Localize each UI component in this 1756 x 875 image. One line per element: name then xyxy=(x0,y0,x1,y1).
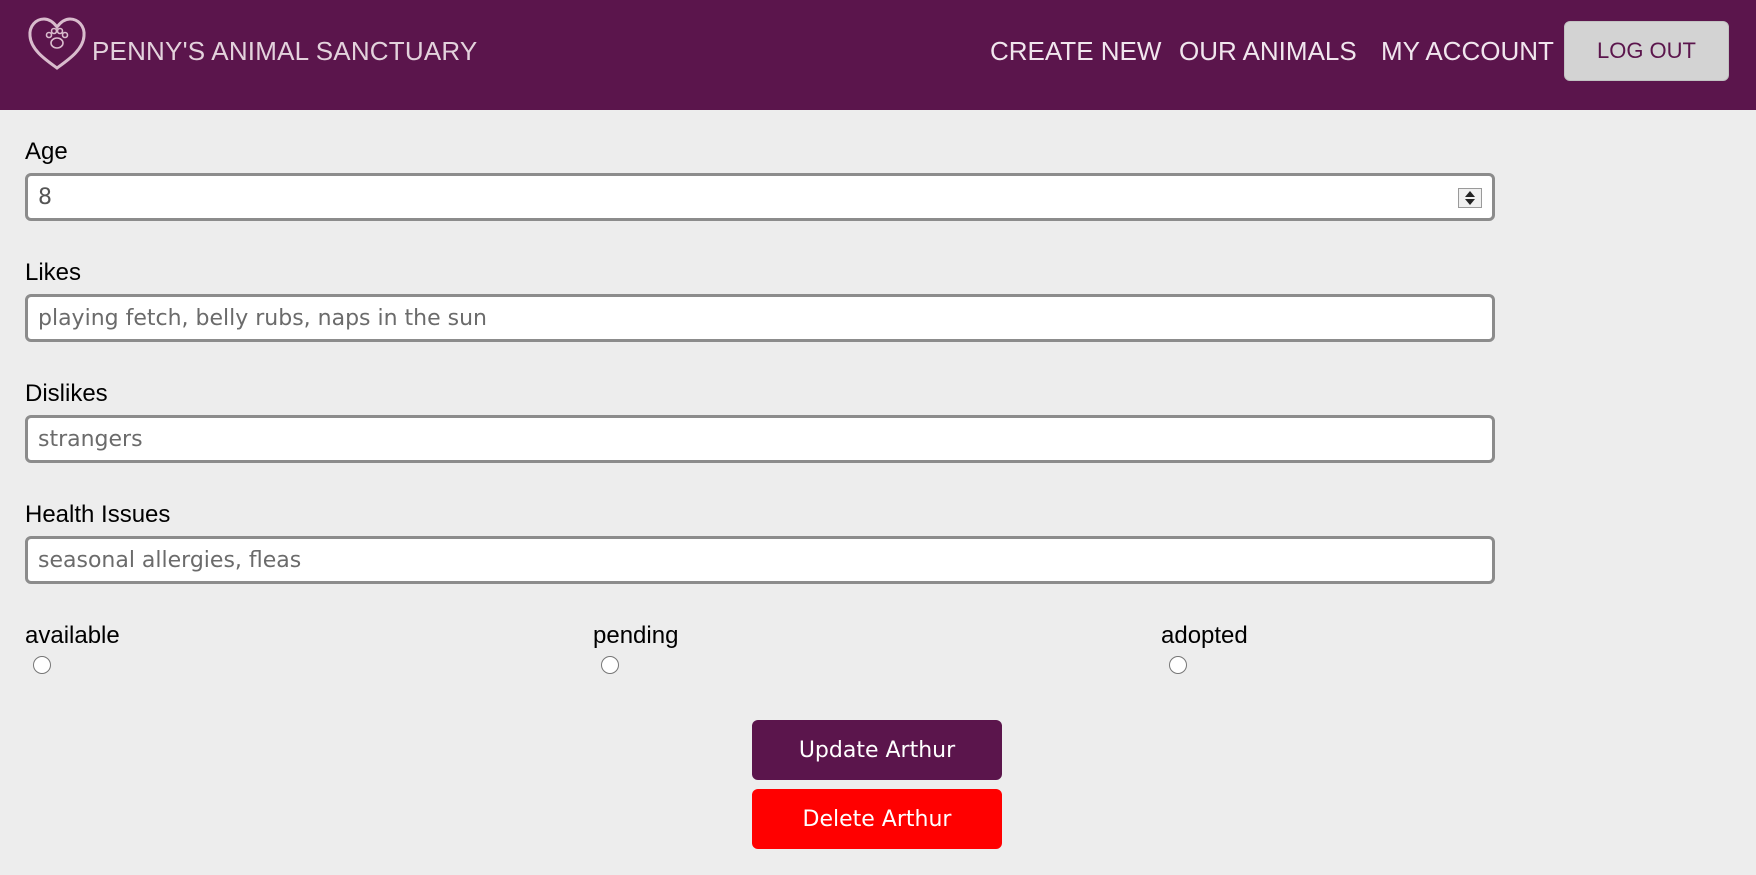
age-label: Age xyxy=(25,138,68,165)
dislikes-input[interactable] xyxy=(25,415,1495,463)
status-adopted-label: adopted xyxy=(1161,622,1248,649)
nav-my-account[interactable]: MY ACCOUNT xyxy=(1381,36,1554,67)
status-available-radio[interactable] xyxy=(33,656,51,674)
age-input[interactable] xyxy=(25,173,1495,221)
status-available-label: available xyxy=(25,622,120,649)
status-adopted-radio[interactable] xyxy=(1169,656,1187,674)
nav-create-new[interactable]: CREATE NEW xyxy=(990,36,1161,67)
nav-our-animals[interactable]: OUR ANIMALS xyxy=(1179,36,1357,67)
health-issues-label: Health Issues xyxy=(25,501,171,528)
increment-icon[interactable] xyxy=(1465,191,1475,197)
health-issues-input[interactable] xyxy=(25,536,1495,584)
heart-paw-icon[interactable] xyxy=(26,16,88,72)
likes-input[interactable] xyxy=(25,294,1495,342)
status-pending-radio[interactable] xyxy=(601,656,619,674)
brand-title[interactable]: PENNY'S ANIMAL SANCTUARY xyxy=(92,36,477,67)
likes-label: Likes xyxy=(25,259,82,286)
delete-animal-button[interactable]: Delete Arthur xyxy=(752,789,1002,849)
update-animal-button[interactable]: Update Arthur xyxy=(752,720,1002,780)
age-stepper[interactable] xyxy=(1458,188,1482,208)
status-pending-label: pending xyxy=(593,622,679,649)
top-navbar: PENNY'S ANIMAL SANCTUARY CREATE NEW OUR … xyxy=(0,0,1756,110)
dislikes-label: Dislikes xyxy=(25,380,108,407)
decrement-icon[interactable] xyxy=(1465,199,1475,205)
logout-button[interactable]: LOG OUT xyxy=(1564,21,1729,81)
